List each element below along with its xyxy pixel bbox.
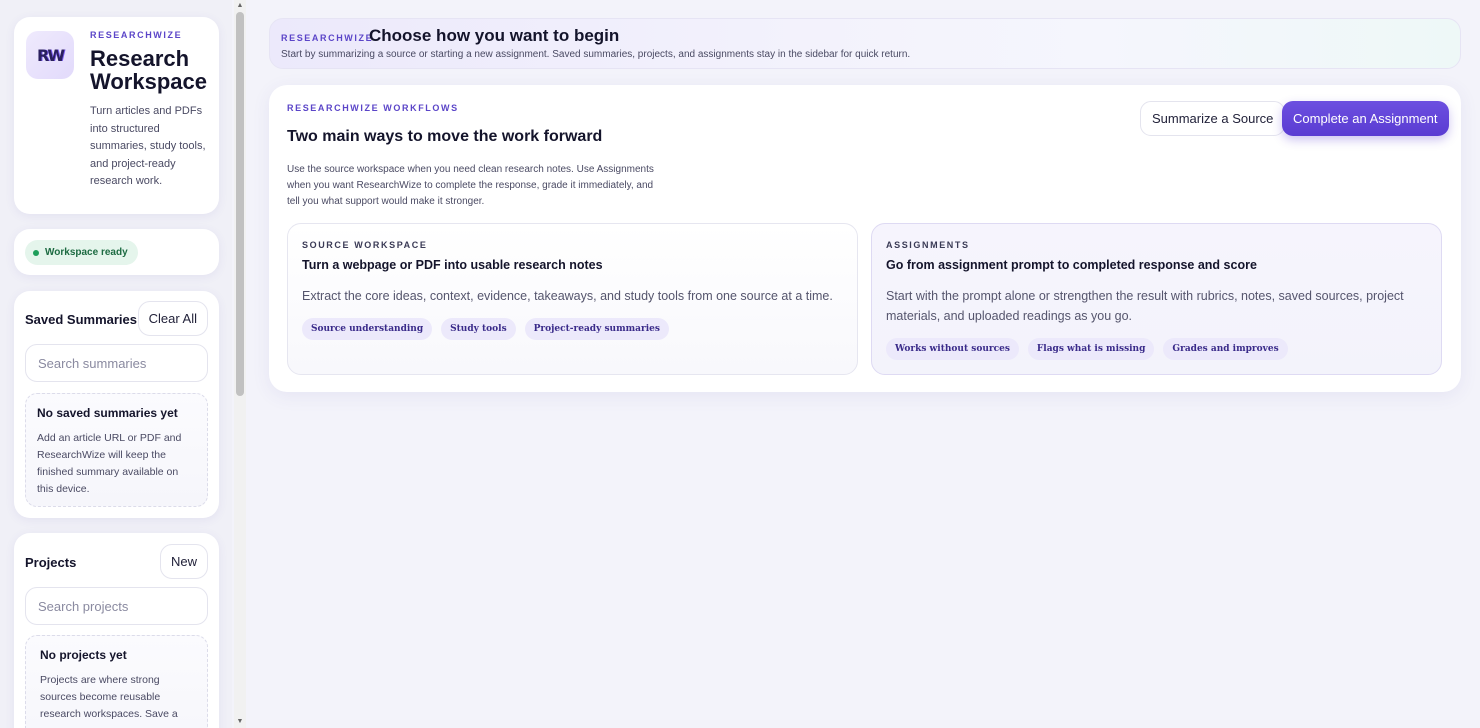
summarize-source-button[interactable]: Summarize a Source	[1140, 101, 1286, 136]
status-card: Workspace ready	[14, 229, 219, 275]
tag: Study tools	[441, 318, 516, 340]
scroll-up-icon[interactable]: ▲	[236, 2, 244, 10]
assignments-card[interactable]: ASSIGNMENTS Go from assignment prompt to…	[871, 223, 1442, 375]
projects-empty-description: Projects are where strong sources become…	[40, 674, 178, 720]
status-dot-icon	[33, 249, 39, 256]
tag: Flags what is missing	[1027, 338, 1155, 360]
tag: Source understanding	[302, 318, 433, 340]
projects-empty-title: No projects yet	[40, 648, 127, 662]
main-content: RESEARCHWIZE Choose how you want to begi…	[246, 0, 1480, 728]
clear-all-button[interactable]: Clear All	[137, 301, 208, 336]
new-project-button[interactable]: New	[159, 544, 208, 579]
assignments-eyebrow: ASSIGNMENTS	[886, 240, 970, 250]
brand-title: Research Workspace	[90, 46, 207, 94]
workflows-title: Two main ways to move the work forward	[287, 128, 603, 145]
search-summaries-input[interactable]	[25, 344, 208, 382]
assignments-title: Go from assignment prompt to completed r…	[886, 258, 1257, 272]
status-badge: Workspace ready	[25, 240, 138, 265]
source-workspace-description: Extract the core ideas, context, evidenc…	[302, 289, 833, 303]
search-projects-input[interactable]	[25, 587, 208, 625]
scroll-thumb[interactable]	[236, 12, 244, 396]
summaries-empty-title: No saved summaries yet	[37, 406, 178, 420]
logo: RW	[26, 31, 74, 79]
banner-subtitle: Start by summarizing a source or startin…	[281, 49, 911, 60]
source-workspace-tags: Source understanding Study tools Project…	[302, 318, 843, 340]
tag: Works without sources	[886, 338, 1019, 360]
welcome-banner: RESEARCHWIZE Choose how you want to begi…	[269, 18, 1461, 69]
brand-description: Turn articles and PDFs into structured s…	[90, 105, 206, 187]
source-workspace-title: Turn a webpage or PDF into usable resear…	[302, 258, 603, 272]
banner-eyebrow: RESEARCHWIZE	[281, 33, 374, 43]
projects-empty-state: No projects yet Projects are where stron…	[25, 635, 208, 728]
brand-eyebrow: RESEARCHWIZE	[90, 30, 183, 40]
projects-panel: Projects New No projects yet Projects ar…	[14, 533, 219, 728]
workflows-description: Use the source workspace when you need c…	[287, 164, 654, 207]
sidebar-scrollbar[interactable]: ▲ ▼	[234, 0, 246, 728]
projects-title: Projects	[25, 555, 77, 570]
assignments-description: Start with the prompt alone or strengthe…	[886, 289, 1404, 323]
summaries-empty-description: Add an article URL or PDF and ResearchWi…	[37, 432, 182, 495]
assignments-tags: Works without sources Flags what is miss…	[886, 338, 1427, 360]
complete-assignment-button[interactable]: Complete an Assignment	[1282, 101, 1449, 136]
workflows-eyebrow: RESEARCHWIZE WORKFLOWS	[287, 103, 459, 113]
source-workspace-eyebrow: SOURCE WORKSPACE	[302, 240, 428, 250]
workflows-card: RESEARCHWIZE WORKFLOWS Two main ways to …	[269, 85, 1461, 392]
logo-mark: RW	[37, 45, 65, 65]
tag: Project-ready summaries	[524, 318, 669, 340]
saved-summaries-title: Saved Summaries	[25, 312, 138, 327]
summaries-empty-state: No saved summaries yet Add an article UR…	[25, 393, 208, 507]
scroll-down-icon[interactable]: ▼	[236, 718, 244, 726]
brand-card: RW RESEARCHWIZE Research Workspace Turn …	[14, 17, 219, 214]
source-workspace-card[interactable]: SOURCE WORKSPACE Turn a webpage or PDF i…	[287, 223, 858, 375]
banner-title: Choose how you want to begin	[369, 26, 620, 45]
sidebar: RW RESEARCHWIZE Research Workspace Turn …	[0, 0, 232, 728]
saved-summaries-panel: Saved Summaries Clear All No saved summa…	[14, 291, 219, 518]
tag: Grades and improves	[1163, 338, 1288, 360]
status-label: Workspace ready	[45, 247, 128, 258]
